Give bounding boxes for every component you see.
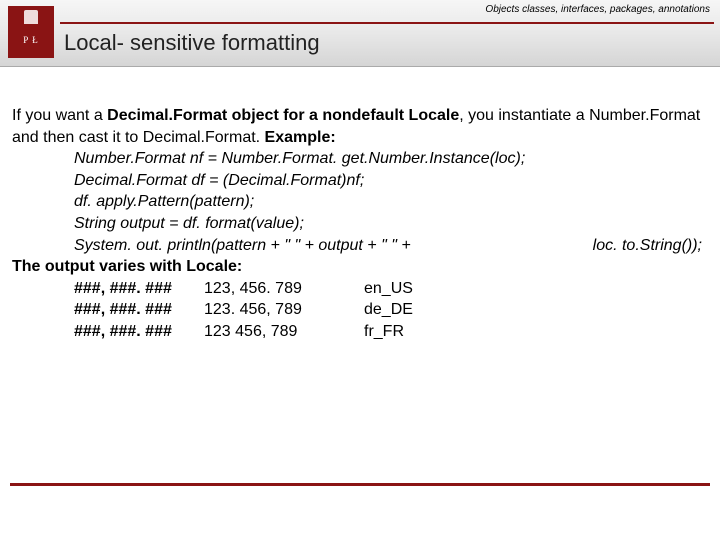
code-line-5-left: System. out. println(pattern + " " + out…	[74, 235, 411, 257]
locale-cell: en_US	[364, 278, 464, 300]
intro-text-d: Example:	[265, 129, 336, 146]
logo-shape-icon	[24, 10, 38, 24]
output-varies-label: The output varies with Locale:	[12, 256, 708, 278]
code-line-2: Decimal.Format df = (Decimal.Format)nf;	[74, 170, 708, 192]
locale-cell: fr_FR	[364, 321, 464, 343]
pattern-cell: ###, ###. ###	[74, 299, 204, 321]
breadcrumb: Objects classes, interfaces, packages, a…	[485, 4, 710, 15]
page-title: Local- sensitive formatting	[64, 30, 320, 56]
intro-text-a: If you want a	[12, 107, 107, 124]
content-area: If you want a Decimal.Format object for …	[0, 67, 720, 343]
value-cell: 123. 456, 789	[204, 299, 364, 321]
table-row: ###, ###. ### 123. 456, 789 de_DE	[74, 299, 708, 321]
institution-logo: P Ł	[8, 6, 54, 58]
intro-paragraph: If you want a Decimal.Format object for …	[12, 105, 708, 148]
logo-text: P Ł	[23, 35, 38, 45]
code-line-5-right: loc. to.String());	[593, 235, 708, 257]
header-bar: P Ł Objects classes, interfaces, package…	[0, 0, 720, 67]
code-line-4: String output = df. format(value);	[74, 213, 708, 235]
table-row: ###, ###. ### 123 456, 789 fr_FR	[74, 321, 708, 343]
pattern-cell: ###, ###. ###	[74, 321, 204, 343]
value-cell: 123, 456. 789	[204, 278, 364, 300]
title-divider	[60, 22, 714, 24]
code-line-3: df. apply.Pattern(pattern);	[74, 191, 708, 213]
intro-text-b: Decimal.Format object for a nondefault L…	[107, 107, 459, 124]
code-line-1: Number.Format nf = Number.Format. get.Nu…	[74, 148, 708, 170]
value-cell: 123 456, 789	[204, 321, 364, 343]
locale-cell: de_DE	[364, 299, 464, 321]
footer-divider	[10, 483, 710, 486]
pattern-cell: ###, ###. ###	[74, 278, 204, 300]
code-line-5: System. out. println(pattern + " " + out…	[74, 235, 708, 257]
table-row: ###, ###. ### 123, 456. 789 en_US	[74, 278, 708, 300]
